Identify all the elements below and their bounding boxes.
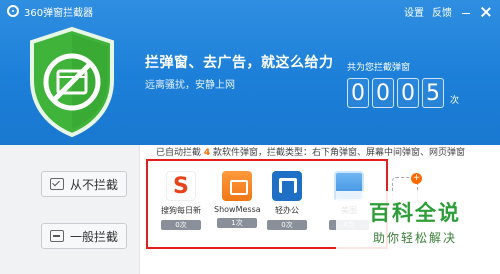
- close-icon[interactable]: [480, 6, 492, 18]
- app-item-sogou[interactable]: S 搜狗每日新 0次: [158, 171, 204, 230]
- counter-label: 共为您拦截弹窗: [347, 63, 411, 73]
- watermark-title: 百科全说: [369, 201, 461, 225]
- counter-digit: 0: [372, 78, 394, 108]
- app-count-badge: 0次: [267, 220, 307, 230]
- sogou-icon: S: [166, 171, 196, 201]
- shield-blocked-window-icon: [30, 26, 114, 138]
- qingbangong-icon: [272, 171, 302, 201]
- add-badge: +: [411, 173, 422, 184]
- normal-block-button[interactable]: 一般拦截: [41, 223, 127, 249]
- counter-digit: 0: [347, 78, 369, 108]
- feedback-button[interactable]: 反馈: [432, 4, 452, 19]
- app-count-badge: 1次: [217, 218, 257, 228]
- normal-block-label: 一般拦截: [70, 229, 119, 244]
- app-name: 搜狗每日新: [161, 206, 201, 215]
- app-item-showmessage[interactable]: ShowMessa 1次: [214, 171, 261, 228]
- app-name: ShowMessa: [214, 205, 261, 214]
- block-info-line: 已自动拦截 4 款软件弹窗，拦截类型：右下角弹窗、屏幕中间弹窗、网页弹窗: [156, 145, 465, 158]
- minus-icon: [50, 230, 64, 242]
- minimize-icon[interactable]: [460, 6, 472, 18]
- counter-digit: 0: [397, 78, 419, 108]
- counter-digit: 5: [422, 78, 444, 108]
- app-title: 360弹窗拦截器: [24, 8, 94, 19]
- block-level-panel: 从不拦截 一般拦截: [0, 145, 140, 274]
- showmessage-icon: [222, 171, 252, 201]
- info-suffix: 款软件弹窗，拦截类型：右下角弹窗、屏幕中间弹窗、网页弹窗: [210, 148, 466, 158]
- counter-unit: 次: [450, 96, 460, 106]
- never-block-button[interactable]: 从不拦截: [41, 171, 127, 197]
- never-block-label: 从不拦截: [70, 177, 119, 192]
- headline: 拦弹窗、去广告，就这么给力: [145, 55, 334, 71]
- title-bar: 360弹窗拦截器 设置 反馈: [0, 0, 500, 22]
- app-item-qingbangong[interactable]: 轻办公 0次: [264, 171, 310, 230]
- settings-button[interactable]: 设置: [404, 4, 424, 19]
- app-logo-icon: [7, 5, 19, 17]
- title-actions: 设置 反馈: [404, 4, 492, 19]
- block-counter: 0 0 0 5 次: [347, 78, 459, 108]
- app-name: 轻办公: [275, 206, 299, 215]
- app-count-badge: 0次: [161, 220, 201, 230]
- info-prefix: 已自动拦截: [156, 148, 204, 158]
- header: 360弹窗拦截器 设置 反馈 拦弹窗、去广告，就这么给力 远离骚扰，安静上网 共…: [0, 0, 500, 145]
- watermark-subtitle: 助你轻松解决: [372, 231, 457, 245]
- subline: 远离骚扰，安静上网: [145, 80, 235, 91]
- watermark-logo: 百科全说 助你轻松解决: [340, 197, 490, 246]
- watermark: 百科全说 助你轻松解决: [336, 191, 492, 251]
- check-icon: [50, 178, 64, 190]
